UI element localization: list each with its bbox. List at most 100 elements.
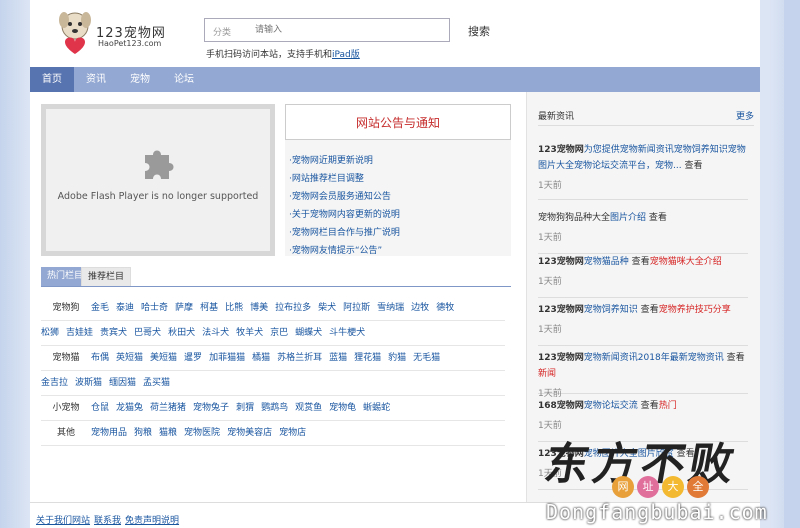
nav-item-home[interactable]: 首页: [30, 67, 74, 92]
site-header: 123宠物网 HaoPet123.com 分类 搜索 手机扫码访问本站，支持手机…: [30, 0, 760, 67]
category-link[interactable]: 阿拉斯: [343, 303, 370, 313]
category-link[interactable]: 无毛猫: [413, 353, 440, 363]
watermark-subtitle: 网址大全: [612, 476, 712, 498]
news-item[interactable]: 123宠物网宠物新闻资讯2018年最新宠物资讯 查看新闻 1天前: [538, 350, 748, 399]
news-highlight: 新闻: [538, 369, 557, 379]
category-link[interactable]: 龙猫兔: [116, 403, 143, 413]
category-link[interactable]: 布偶: [91, 353, 109, 363]
category-link[interactable]: 柯基: [200, 303, 218, 313]
category-link[interactable]: 蜥蜴蛇: [363, 403, 390, 413]
news-title: 宠物狗狗品种大全图片介绍 查看: [538, 210, 748, 226]
more-link[interactable]: 更多: [736, 109, 754, 122]
search-category-select[interactable]: 分类: [213, 25, 231, 38]
notice-title: 网站公告与通知: [285, 104, 511, 140]
news-suffix: 查看: [637, 305, 659, 315]
category-link[interactable]: 缅因猫: [109, 378, 136, 388]
list-item: ·宠物网友情提示“公告”: [289, 242, 511, 260]
news-link[interactable]: 图片介绍: [610, 213, 646, 223]
category-link[interactable]: 狗粮: [134, 428, 152, 438]
category-link[interactable]: 宠物龟: [329, 403, 356, 413]
category-link[interactable]: 宠物店: [279, 428, 306, 438]
news-item[interactable]: 宠物狗狗品种大全图片介绍 查看 1天前: [538, 210, 748, 254]
notice-link[interactable]: ·宠物网友情提示“公告”: [289, 246, 382, 256]
category-link[interactable]: 橘猫: [252, 353, 270, 363]
category-link[interactable]: 美短猫: [150, 353, 177, 363]
notice-link[interactable]: ·宠物网会员服务通知公告: [289, 192, 391, 202]
news-link[interactable]: 宠物论坛交流: [584, 401, 638, 411]
category-link[interactable]: 秋田犬: [168, 328, 195, 338]
site-logo[interactable]: 123宠物网 HaoPet123.com: [58, 10, 208, 60]
news-link[interactable]: 宠物饲养知识: [584, 305, 638, 315]
category-link[interactable]: 猫粮: [159, 428, 177, 438]
category-link[interactable]: 贵宾犬: [100, 328, 127, 338]
news-item[interactable]: 123宠物网为您提供宠物新闻资讯宠物饲养知识宠物图片大全宠物论坛交流平台，宠物.…: [538, 142, 748, 200]
news-title: 123宠物网宠物新闻资讯2018年最新宠物资讯 查看新闻: [538, 350, 748, 382]
category-link[interactable]: 泰迪: [116, 303, 134, 313]
search-box: 分类: [204, 18, 450, 42]
category-link[interactable]: 加菲猫猫: [209, 353, 245, 363]
category-link[interactable]: 金吉拉: [41, 378, 68, 388]
notice-link[interactable]: ·宠物网近期更新说明: [289, 156, 373, 166]
category-link[interactable]: 萨摩: [175, 303, 193, 313]
footer-link[interactable]: 关于我们网站: [36, 516, 90, 526]
category-link[interactable]: 仓鼠: [91, 403, 109, 413]
category-link[interactable]: 哈士奇: [141, 303, 168, 313]
category-link[interactable]: 拉布拉多: [275, 303, 311, 313]
category-link[interactable]: 宠物医院: [184, 428, 220, 438]
search-input[interactable]: [255, 21, 445, 39]
category-link[interactable]: 英短猫: [116, 353, 143, 363]
category-link[interactable]: 金毛: [91, 303, 109, 313]
category-link[interactable]: 边牧: [411, 303, 429, 313]
category-link[interactable]: 暹罗: [184, 353, 202, 363]
category-link[interactable]: 豹猫: [388, 353, 406, 363]
tab-recommended[interactable]: 推荐栏目: [81, 267, 132, 286]
category-link[interactable]: 宠物兔子: [193, 403, 229, 413]
ipad-link[interactable]: iPad版: [332, 50, 360, 60]
notice-link[interactable]: ·宠物网栏目合作与推广说明: [289, 228, 400, 238]
link-row: 松狮 吉娃娃 贵宾犬 巴哥犬 秋田犬 法斗犬 牧羊犬 京巴 蝴蝶犬 斗牛梗犬: [41, 321, 505, 346]
category-link[interactable]: 雪纳瑞: [377, 303, 404, 313]
nav-item-forum[interactable]: 论坛: [162, 67, 206, 92]
category-link[interactable]: 观赏鱼: [295, 403, 322, 413]
category-link[interactable]: 刺猬: [236, 403, 254, 413]
category-link[interactable]: 宠物用品: [91, 428, 127, 438]
category-link[interactable]: 斗牛梗犬: [329, 328, 365, 338]
category-link[interactable]: 法斗犬: [202, 328, 229, 338]
news-suffix: 查看: [628, 257, 650, 267]
nav-item-news[interactable]: 资讯: [74, 67, 118, 92]
news-item[interactable]: 123宠物网宠物饲养知识 查看宠物养护技巧分享 1天前: [538, 302, 748, 346]
dog-logo-icon: [59, 12, 91, 54]
category-link[interactable]: 波斯猫: [75, 378, 102, 388]
news-link[interactable]: 宠物猫品种: [584, 257, 629, 267]
row-label: 宠物狗: [52, 303, 80, 313]
category-link[interactable]: 京巴: [270, 328, 288, 338]
notice-link[interactable]: ·网站推荐栏目调整: [289, 174, 364, 184]
category-link[interactable]: 狸花猫: [354, 353, 381, 363]
category-link[interactable]: 松狮: [41, 328, 59, 338]
category-link[interactable]: 荷兰猪猪: [150, 403, 186, 413]
news-source: 123宠物网: [538, 257, 584, 267]
logo-domain: HaoPet123.com: [98, 39, 162, 48]
category-link[interactable]: 博美: [250, 303, 268, 313]
category-link[interactable]: 孟买猫: [143, 378, 170, 388]
category-links: 宠物狗 金毛 泰迪 哈士奇 萨摩 柯基 比熊 博美 拉布拉多 柴犬 阿拉斯 雪纳瑞 边牧 德牧松狮 吉娃娃贵…: [41, 296, 505, 446]
category-link[interactable]: 德牧: [436, 303, 454, 313]
nav-item-pets[interactable]: 宠物: [118, 67, 162, 92]
notice-link[interactable]: ·关于宠物网内容更新的说明: [289, 210, 400, 220]
news-item[interactable]: 123宠物网宠物猫品种 查看宠物猫咪大全介绍 1天前: [538, 254, 748, 298]
category-link[interactable]: 宠物美容店: [227, 428, 272, 438]
category-link[interactable]: 比熊: [225, 303, 243, 313]
footer-link[interactable]: 联系我: [94, 516, 121, 526]
footer-link[interactable]: 免责声明说明: [125, 516, 179, 526]
category-link[interactable]: 鹦鹉鸟: [261, 403, 288, 413]
category-link[interactable]: 柴犬: [318, 303, 336, 313]
category-link[interactable]: 巴哥犬: [134, 328, 161, 338]
search-button[interactable]: 搜索: [468, 23, 490, 39]
category-link[interactable]: 蝴蝶犬: [295, 328, 322, 338]
category-link[interactable]: 牧羊犬: [236, 328, 263, 338]
notice-panel: 网站公告与通知 ·宠物网近期更新说明 ·网站推荐栏目调整 ·宠物网会员服务通知公…: [285, 104, 511, 256]
news-link[interactable]: 宠物新闻资讯2018年最新宠物资讯: [584, 353, 724, 363]
category-link[interactable]: 蓝猫: [329, 353, 347, 363]
category-link[interactable]: 苏格兰折耳: [277, 353, 322, 363]
category-link[interactable]: 吉娃娃: [66, 328, 93, 338]
